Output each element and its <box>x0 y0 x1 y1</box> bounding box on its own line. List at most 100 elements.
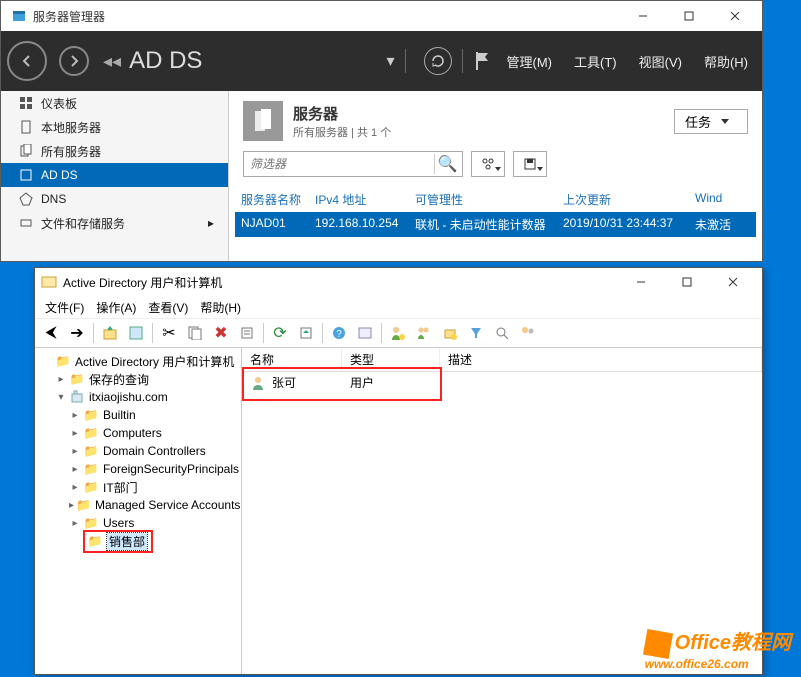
tree-label: ForeignSecurityPrincipals <box>101 462 241 476</box>
col-name[interactable]: 服务器名称 <box>235 187 309 212</box>
sidebar-item-storage[interactable]: 文件和存储服务▸ <box>1 211 228 235</box>
dropdown-caret-icon[interactable]: ▾ <box>386 51 394 71</box>
forward-button[interactable] <box>59 46 89 76</box>
task-dropdown-label: 任务 <box>685 112 711 131</box>
back-button[interactable] <box>7 41 47 81</box>
search-icon[interactable]: 🔍 <box>434 154 460 174</box>
tb-search-icon[interactable] <box>490 321 514 345</box>
aduc-titlebar[interactable]: Active Directory 用户和计算机 <box>35 268 762 296</box>
tb-export-icon[interactable] <box>294 321 318 345</box>
tb-new-ou-icon[interactable] <box>438 321 462 345</box>
sidebar-item-adds[interactable]: AD DS <box>1 163 228 187</box>
save-filter-button[interactable] <box>513 151 547 177</box>
menu-help[interactable]: 帮助(H) <box>194 297 247 318</box>
col-name[interactable]: 名称 <box>242 348 342 371</box>
sidebar-item-dns[interactable]: DNS <box>1 187 228 211</box>
maximize-button[interactable] <box>666 1 712 31</box>
col-updated[interactable]: 上次更新 <box>557 187 689 212</box>
cell-updated: 2019/10/31 23:44:37 <box>557 212 689 237</box>
refresh-button[interactable] <box>424 47 452 75</box>
aduc-list[interactable]: 名称 类型 描述 张可 用户 <box>242 348 762 674</box>
chevron-right-icon: ▸ <box>208 216 218 230</box>
tb-forward-icon[interactable]: ➔ <box>65 321 89 345</box>
filter-input[interactable] <box>244 152 434 176</box>
tree-fsp[interactable]: ▸📁ForeignSecurityPrincipals <box>35 460 241 478</box>
tree-label: Domain Controllers <box>101 444 208 458</box>
menu-view[interactable]: 查看(V) <box>142 297 194 318</box>
tree-domain[interactable]: ▾itxiaojishu.com <box>35 388 241 406</box>
aduc-tree[interactable]: 📁Active Directory 用户和计算机 ▸📁保存的查询 ▾itxiao… <box>35 348 242 674</box>
flag-icon[interactable] <box>473 50 491 72</box>
col-type[interactable]: 类型 <box>342 348 440 371</box>
tb-props-icon[interactable] <box>235 321 259 345</box>
filter-box[interactable]: 🔍 <box>243 151 463 177</box>
tree-dc[interactable]: ▸📁Domain Controllers <box>35 442 241 460</box>
col-desc[interactable]: 描述 <box>440 348 762 371</box>
minimize-button[interactable] <box>620 1 666 31</box>
tb-copy-icon[interactable] <box>183 321 207 345</box>
watermark-brand: Office教程网 <box>675 632 791 654</box>
aduc-icon <box>41 274 57 290</box>
tb-new-group-icon[interactable] <box>412 321 436 345</box>
menu-tools[interactable]: 工具(T) <box>574 52 617 71</box>
tb-cut-icon[interactable]: ✂ <box>157 321 181 345</box>
aduc-maximize-button[interactable] <box>664 267 710 297</box>
tree-builtin[interactable]: ▸📁Builtin <box>35 406 241 424</box>
menu-view[interactable]: 视图(V) <box>639 52 682 71</box>
tb-filter-icon[interactable] <box>464 321 488 345</box>
menu-action[interactable]: 操作(A) <box>90 297 142 318</box>
svg-text:?: ? <box>336 329 342 340</box>
menu-manage[interactable]: 管理(M) <box>507 52 553 71</box>
breadcrumb-arrows-icon: ◂◂ <box>103 51 121 72</box>
tree-label: itxiaojishu.com <box>87 390 170 404</box>
tree-msa[interactable]: ▸📁Managed Service Accounts <box>35 496 241 514</box>
folder-icon: 📁 <box>83 462 99 476</box>
list-header[interactable]: 名称 类型 描述 <box>242 348 762 372</box>
list-item[interactable]: 张可 <box>250 374 296 391</box>
tb-new-user-icon[interactable] <box>386 321 410 345</box>
tree-root[interactable]: 📁Active Directory 用户和计算机 <box>35 352 241 370</box>
col-manage[interactable]: 可管理性 <box>409 187 557 212</box>
watermark: Office教程网 www.office26.com <box>645 626 791 671</box>
caret-right-icon: ▸ <box>55 374 67 385</box>
sidebar-item-all[interactable]: 所有服务器 <box>1 139 228 163</box>
servers-grid: 服务器名称 IPv4 地址 可管理性 上次更新 Wind NJAD01 192.… <box>235 187 756 237</box>
sidebar-item-local[interactable]: 本地服务器 <box>1 115 228 139</box>
tree-saved-queries[interactable]: ▸📁保存的查询 <box>35 370 241 388</box>
task-dropdown[interactable]: 任务 <box>674 109 748 134</box>
menu-file[interactable]: 文件(F) <box>39 297 90 318</box>
breadcrumb[interactable]: ◂◂ AD DS <box>103 47 202 75</box>
servers-subtitle: 所有服务器 | 共 1 个 <box>293 124 391 140</box>
tb-delete-icon[interactable]: ✖ <box>209 321 233 345</box>
sm-header: ◂◂ AD DS ▾ 管理(M) 工具(T) 视图(V) 帮助(H) <box>1 31 762 91</box>
tree-label: 销售部 <box>107 533 147 550</box>
tb-back-icon[interactable]: ⮜ <box>39 321 63 345</box>
servers-icon <box>19 144 33 158</box>
grid-header[interactable]: 服务器名称 IPv4 地址 可管理性 上次更新 Wind <box>235 187 756 212</box>
menu-help[interactable]: 帮助(H) <box>704 52 748 71</box>
sm-titlebar[interactable]: 服务器管理器 <box>1 1 762 31</box>
caret-right-icon: ▸ <box>69 428 81 439</box>
tb-up-icon[interactable] <box>98 321 122 345</box>
tree-computers[interactable]: ▸📁Computers <box>35 424 241 442</box>
tb-properties-icon[interactable] <box>124 321 148 345</box>
tree-sales[interactable]: 📁 销售部 <box>35 532 241 550</box>
close-button[interactable] <box>712 1 758 31</box>
caret-right-icon: ▸ <box>69 518 81 529</box>
col-ip[interactable]: IPv4 地址 <box>309 187 409 212</box>
grid-row[interactable]: NJAD01 192.168.10.254 联机 - 未启动性能计数器 2019… <box>235 212 756 237</box>
tb-help-icon[interactable]: ? <box>327 321 351 345</box>
tree-label: Builtin <box>101 408 138 422</box>
col-win[interactable]: Wind <box>689 187 749 212</box>
aduc-minimize-button[interactable] <box>618 267 664 297</box>
tb-find-icon[interactable] <box>353 321 377 345</box>
tree-it[interactable]: ▸📁IT部门 <box>35 478 241 496</box>
sidebar-item-dashboard[interactable]: 仪表板 <box>1 91 228 115</box>
tb-add-member-icon[interactable] <box>516 321 540 345</box>
tree-label: Managed Service Accounts <box>93 498 242 512</box>
tb-refresh-icon[interactable]: ⟳ <box>268 321 292 345</box>
server-manager-window: 服务器管理器 ◂◂ AD DS ▾ 管理(M) 工具(T) 视图(V) 帮助(H… <box>0 0 763 262</box>
filter-options-button[interactable] <box>471 151 505 177</box>
sidebar-item-label: 本地服务器 <box>41 119 101 136</box>
aduc-close-button[interactable] <box>710 267 756 297</box>
